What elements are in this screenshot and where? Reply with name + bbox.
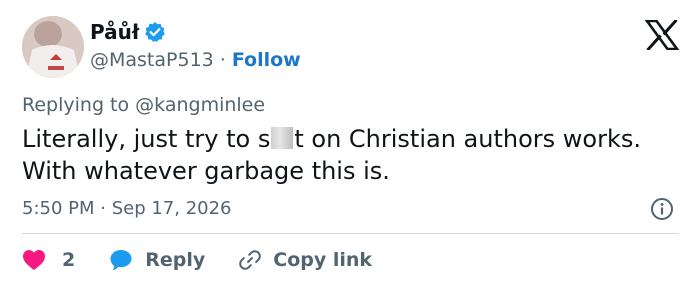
author-handle[interactable]: @MastaP513	[90, 49, 214, 71]
heart-icon	[23, 250, 45, 270]
speech-bubble-icon	[110, 250, 132, 271]
x-logo-icon[interactable]	[644, 18, 680, 52]
tweet-text: Literally, just try to st on Christian a…	[22, 123, 672, 187]
author-handle-row: @MastaP513 · Follow	[90, 48, 301, 72]
reply-label: Reply	[145, 249, 206, 271]
avatar[interactable]	[22, 16, 84, 78]
copy-link-button[interactable]: Copy link	[237, 247, 372, 273]
verified-badge-icon	[144, 21, 166, 43]
separator-dot: ·	[219, 49, 226, 71]
info-icon[interactable]	[650, 197, 674, 221]
link-icon	[239, 250, 262, 270]
divider	[22, 233, 679, 234]
follow-button[interactable]: Follow	[232, 49, 301, 71]
copy-link-label: Copy link	[273, 249, 373, 271]
reply-button[interactable]: Reply	[109, 248, 205, 272]
tweet-embed-card: Påůł @MastaP513 · Follow Replying to @ka…	[0, 0, 700, 287]
action-bar: 2 Reply Copy link	[22, 246, 372, 274]
like-button[interactable]: 2	[22, 249, 75, 271]
tweet-timestamp[interactable]: 5:50 PM · Sep 17, 2026	[22, 196, 232, 222]
replying-to-text: Replying to @kangminlee	[22, 94, 266, 116]
author-name-row: Påůł	[90, 19, 166, 45]
author-display-name[interactable]: Påůł	[90, 20, 139, 44]
like-count: 2	[62, 249, 76, 271]
tweet-text-part1: Literally, just try to s	[22, 125, 271, 153]
censored-word-blur	[271, 127, 294, 149]
